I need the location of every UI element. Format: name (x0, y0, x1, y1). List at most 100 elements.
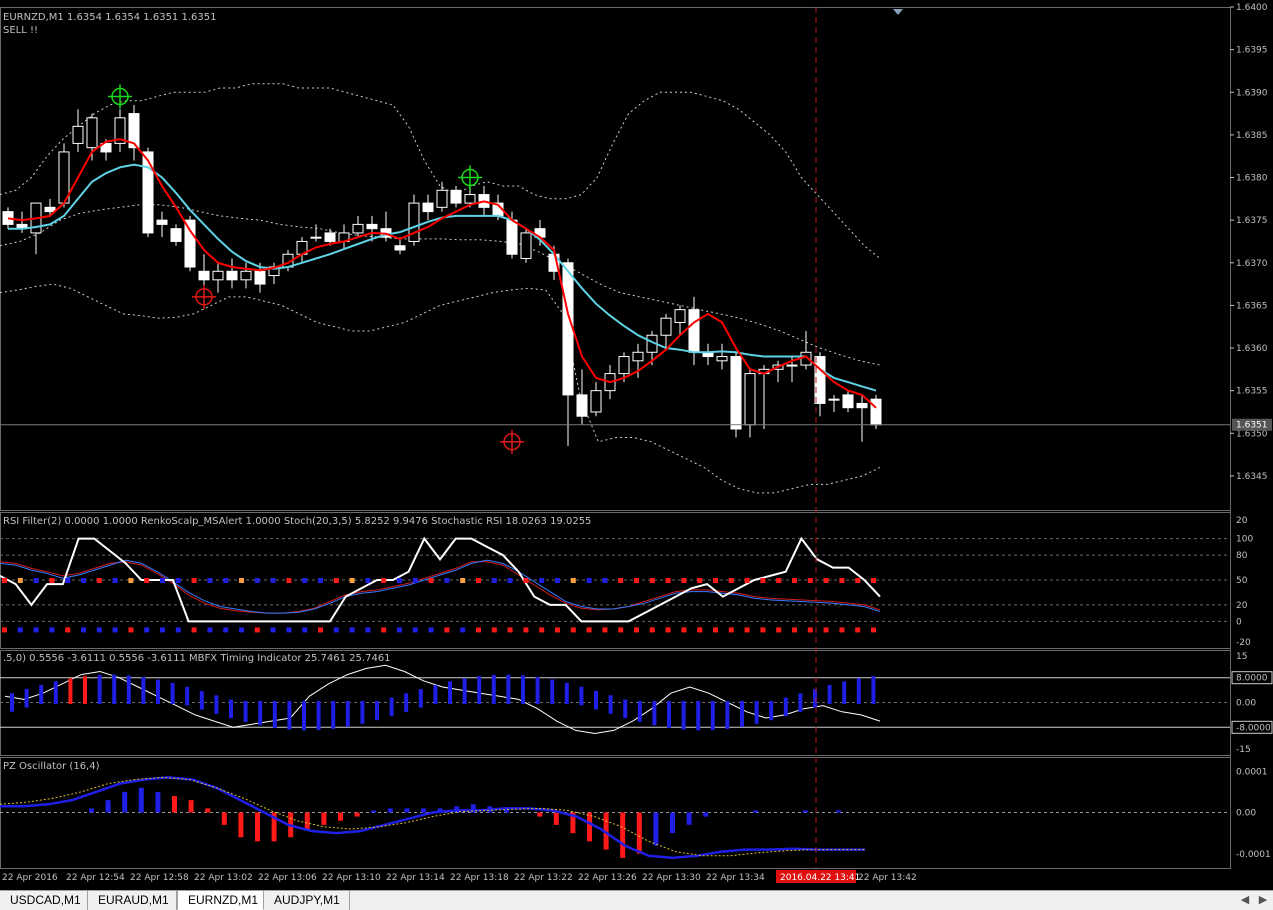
renko-dot (839, 627, 845, 633)
renko-dot (649, 627, 655, 633)
tab-audjpy[interactable]: AUDJPY,M1 (264, 891, 350, 910)
mbfx-bar (331, 700, 336, 729)
rsi-tick-label: 0 (1236, 617, 1242, 627)
pz-bar (89, 808, 94, 813)
renko-dot (33, 627, 39, 633)
price-tick-label: 1.6365 (1236, 301, 1268, 311)
mbfx-bar (550, 679, 555, 705)
pz-bar (255, 812, 260, 842)
mbfx-bar (769, 700, 774, 721)
main-chart-title: EURNZD,M1 1.6354 1.6354 1.6351 1.6351 (3, 12, 216, 23)
time-axis-label: 22 Apr 12:58 (130, 873, 189, 883)
chart-canvas[interactable]: EURNZD,M1 1.6354 1.6354 1.6351 1.6351 SE… (0, 0, 1273, 890)
rsi-filter-dot (539, 578, 545, 583)
mbfx-bar (783, 697, 788, 717)
mbfx-bar (448, 681, 452, 705)
mbfx-bar (170, 682, 175, 705)
mbfx-bar (564, 682, 569, 705)
rsi-filter-dot (207, 578, 213, 583)
candle-body (618, 356, 630, 375)
renko-dot (807, 627, 813, 633)
renko-dot (570, 627, 576, 633)
rsi-filter-dot (744, 578, 750, 583)
mbfx-tick-label: 0.00 (1236, 699, 1256, 709)
rsi-filter-dot (96, 578, 102, 583)
pz-bar (587, 812, 592, 842)
candle-body (464, 194, 476, 204)
renko-dot (697, 627, 703, 633)
time-axis-label: 22 Apr 13:14 (386, 873, 445, 883)
candle-body (324, 232, 336, 242)
rsi-filter-dot (728, 578, 734, 583)
pz-bar (670, 812, 675, 834)
rsi-tick-label: 20 (1236, 601, 1248, 611)
renko-dot (823, 627, 829, 633)
tab-euraud[interactable]: EURAUD,M1 (88, 891, 177, 910)
time-axis-label: 22 Apr 13:22 (514, 873, 573, 883)
rsi-filter-dot (254, 578, 260, 583)
tab-usdcad[interactable]: USDCAD,M1 (0, 891, 88, 910)
candle-body (310, 236, 322, 239)
mbfx-bar (521, 675, 525, 705)
mbfx-bar (433, 684, 438, 705)
renko-dot (270, 627, 276, 633)
renko-dot (349, 627, 355, 633)
mbfx-bar (229, 699, 233, 719)
candle-body (576, 394, 588, 417)
rsi-filter-dot (792, 578, 797, 583)
rsi-filter-dot (776, 578, 782, 583)
rsi-filter-dot (476, 578, 481, 583)
chart-shift-icon (893, 9, 903, 15)
mbfx-bar (856, 678, 861, 705)
pz-tick-label: 0.00 (1236, 809, 1256, 819)
candle-body (828, 398, 840, 401)
time-axis-label: 22 Apr 13:02 (194, 873, 253, 883)
rsi-filter-dot (444, 578, 450, 583)
renko-dot (728, 627, 734, 633)
renko-dot (381, 627, 387, 633)
pz-tick-label: -0.0001 (1236, 850, 1271, 860)
cursor-time-label: 2016.04.22 13:41 (780, 873, 860, 883)
mbfx-bar (477, 676, 482, 705)
renko-dot (760, 627, 766, 633)
time-axis-label: 22 Apr 13:42 (858, 873, 917, 883)
rsi-filter-dot (128, 578, 134, 583)
scroll-left-arrow-icon[interactable]: ◀ (1238, 892, 1252, 909)
pz-bar (553, 812, 559, 825)
mbfx-bar (68, 678, 73, 705)
renko-dot (634, 627, 639, 633)
rsi-filter-dot (523, 578, 529, 583)
mbfx-bar (827, 684, 832, 705)
pz-bar (155, 791, 161, 813)
renko-dot (254, 627, 260, 633)
mbfx-bar (594, 690, 598, 710)
renko-dot (555, 627, 560, 633)
renko-dot (507, 627, 513, 633)
renko-dot (365, 627, 371, 633)
mbfx-bar (316, 700, 321, 731)
scroll-right-arrow-icon[interactable]: ▶ (1256, 892, 1270, 909)
rsi-filter-dot (412, 578, 418, 583)
pz-bar (172, 796, 177, 813)
rsi-filter-dot (460, 578, 466, 583)
candle-body (198, 270, 210, 281)
mbfx-bar (798, 693, 803, 712)
price-tick-label: 1.6360 (1236, 344, 1268, 354)
mbfx-bar (39, 684, 44, 705)
candle-body (744, 373, 756, 426)
rsi-filter-dot (270, 578, 276, 583)
mbfx-bar (871, 676, 876, 705)
rsi-tick-label: -20 (1236, 638, 1251, 648)
renko-dot (855, 627, 861, 633)
time-axis-label: 22 Apr 2016 (2, 873, 58, 883)
pz-bar (537, 812, 543, 817)
mbfx-bar (112, 674, 117, 705)
rsi-filter-dot (349, 578, 355, 583)
pz-bar (636, 812, 642, 854)
rsi-filter-dot (697, 578, 703, 583)
tab-eurnzd[interactable]: EURNZD,M1 (177, 891, 264, 910)
candle-body (632, 351, 644, 362)
upper-band (0, 83, 881, 259)
rsi-filter-dot (239, 578, 244, 583)
candle-body (170, 228, 182, 242)
